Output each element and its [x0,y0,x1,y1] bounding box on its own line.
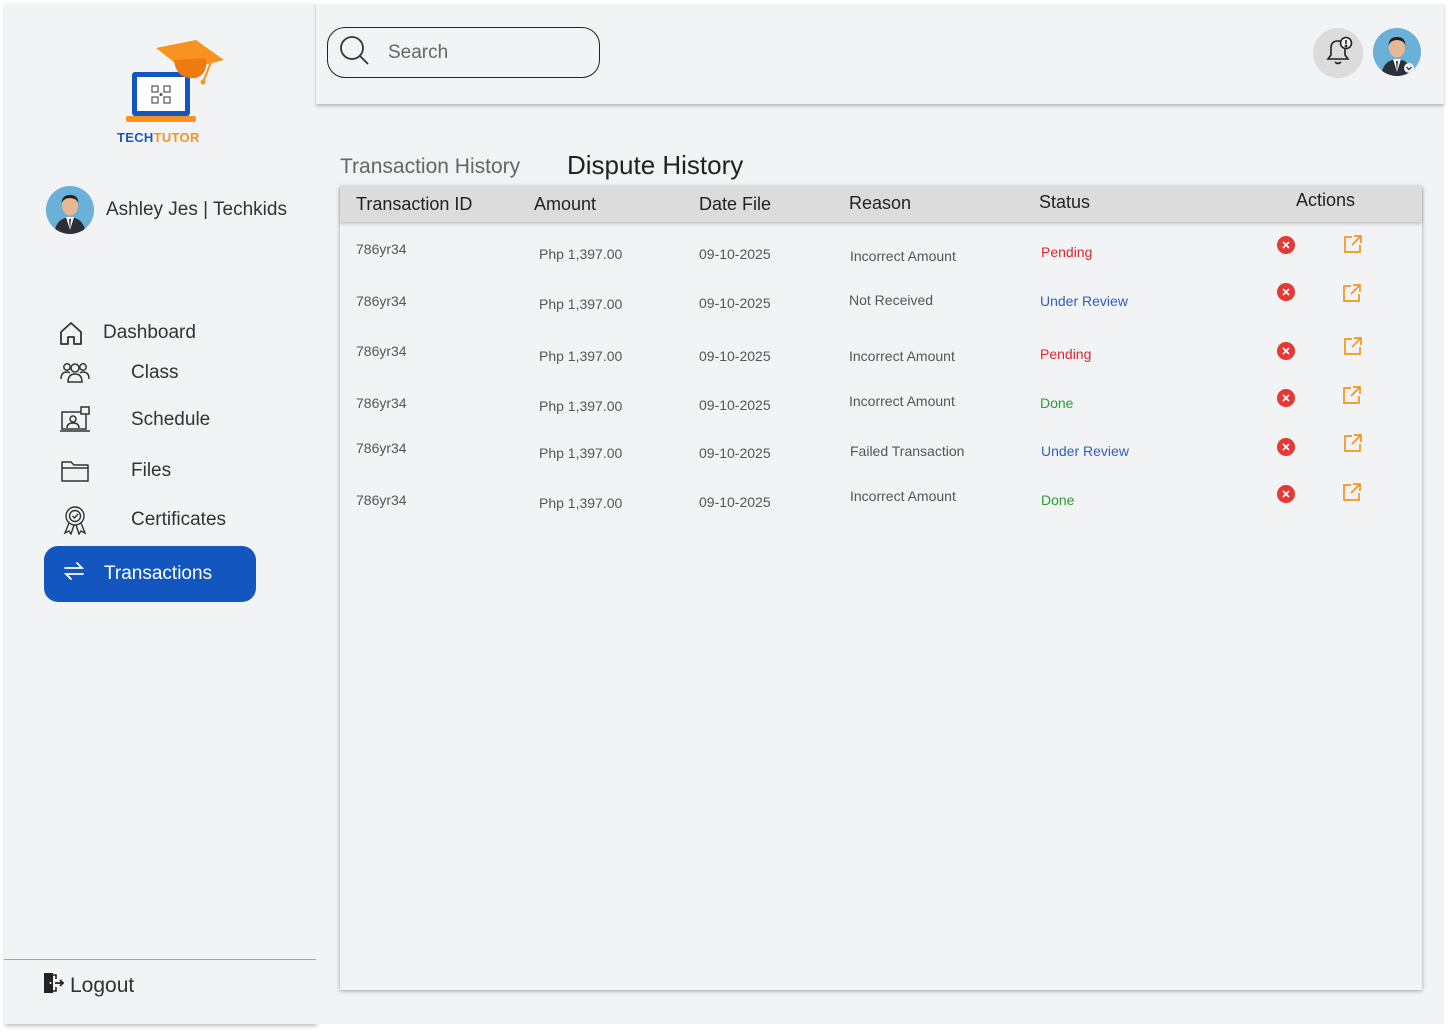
search-icon [338,34,370,71]
avatar [46,186,94,234]
cell-date: 09-10-2025 [699,246,771,262]
open-external-icon[interactable] [1342,283,1362,308]
status-badge: Done [1040,395,1074,411]
cancel-dispute-icon[interactable] [1276,484,1296,509]
sidebar-item-files[interactable]: Files [58,454,171,488]
home-icon [54,316,88,350]
notification-button[interactable] [1313,28,1363,78]
open-external-icon[interactable] [1343,234,1363,259]
header-actions: Actions [1296,190,1356,210]
users-icon [58,356,92,390]
cell-transaction-id: 786yr34 [356,395,407,411]
cell-reason: Incorrect Amount [850,248,956,264]
divider [4,959,316,960]
header-reason: Reason [849,193,912,213]
header-status: Status [1039,192,1091,212]
status-badge: Pending [1040,346,1092,362]
folder-icon [58,454,92,488]
tab-dispute-history[interactable]: Dispute History [567,150,743,181]
cell-transaction-id: 786yr34 [356,241,407,257]
cancel-dispute-icon[interactable] [1276,341,1296,366]
header-amount: Amount [534,194,597,214]
sidebar-item-dashboard[interactable]: Dashboard [54,316,196,350]
status-badge: Pending [1041,244,1093,260]
cell-transaction-id: 786yr34 [356,293,407,309]
sidebar-item-label: Dashboard [103,322,196,343]
sidebar-item-label: Schedule [131,409,211,430]
certificate-icon [58,503,92,537]
cell-amount: Php 1,397.00 [539,445,623,461]
cell-reason: Not Received [849,292,934,308]
top-bar [316,4,1444,104]
sidebar-item-label: Certificates [131,509,227,530]
cancel-dispute-icon[interactable] [1276,235,1296,260]
search-bar[interactable] [327,27,600,78]
open-external-icon[interactable] [1343,433,1363,458]
brand-name: TECHTUTOR [117,130,200,145]
open-external-icon[interactable] [1342,385,1362,410]
cell-reason: Incorrect Amount [850,488,956,504]
search-input[interactable] [388,41,568,64]
sidebar-item-label: Class [131,362,179,383]
cell-date: 09-10-2025 [699,295,771,311]
status-badge: Under Review [1041,443,1129,459]
sidebar-item-certificates[interactable]: Certificates [58,503,226,537]
sidebar-item-class[interactable]: Class [58,356,179,390]
cell-amount: Php 1,397.00 [539,348,623,364]
cell-amount: Php 1,397.00 [539,398,623,414]
profile-name: Ashley Jes | Techkids [106,199,287,220]
bell-icon [1322,35,1354,72]
sidebar-item-label: Transactions [104,563,213,584]
cell-amount: Php 1,397.00 [539,296,623,312]
header-transaction-id: Transaction ID [356,194,473,214]
cell-transaction-id: 786yr34 [356,440,407,456]
sidebar-item-schedule[interactable]: Schedule [58,403,210,437]
cell-date: 09-10-2025 [699,397,771,413]
tab-transaction-history[interactable]: Transaction History [340,155,520,179]
cancel-dispute-icon[interactable] [1276,282,1296,307]
user-profile[interactable]: Ashley Jes | Techkids [46,186,287,234]
sidebar-item-transactions[interactable]: Transactions [44,546,256,602]
sidebar-item-label: Files [131,460,172,481]
table-header: Transaction ID Amount Date File Reason S… [340,186,1422,222]
schedule-icon [58,403,92,437]
status-badge: Under Review [1040,293,1128,309]
dispute-table: Transaction ID Amount Date File Reason S… [340,186,1422,990]
logout-icon [42,972,65,1000]
open-external-icon[interactable] [1343,336,1363,361]
sidebar: TECHTUTOR Ashley Jes | Techkids Dashboar… [4,4,316,1024]
cell-amount: Php 1,397.00 [539,246,623,262]
cell-date: 09-10-2025 [699,348,771,364]
cell-transaction-id: 786yr34 [356,343,407,359]
cell-reason: Incorrect Amount [849,348,955,364]
status-badge: Done [1041,492,1075,508]
cell-reason: Failed Transaction [850,443,965,459]
cell-transaction-id: 786yr34 [356,492,407,508]
cell-date: 09-10-2025 [699,445,771,461]
header-date-file: Date File [699,194,772,214]
transfer-icon [62,561,86,587]
cell-date: 09-10-2025 [699,494,771,510]
logout-button[interactable]: Logout [42,972,134,1000]
cell-reason: Incorrect Amount [849,393,955,409]
cancel-dispute-icon[interactable] [1276,388,1296,413]
cell-amount: Php 1,397.00 [539,495,623,511]
cancel-dispute-icon[interactable] [1276,437,1296,462]
avatar[interactable] [1373,28,1421,76]
logout-label: Logout [70,974,135,997]
open-external-icon[interactable] [1342,482,1362,507]
